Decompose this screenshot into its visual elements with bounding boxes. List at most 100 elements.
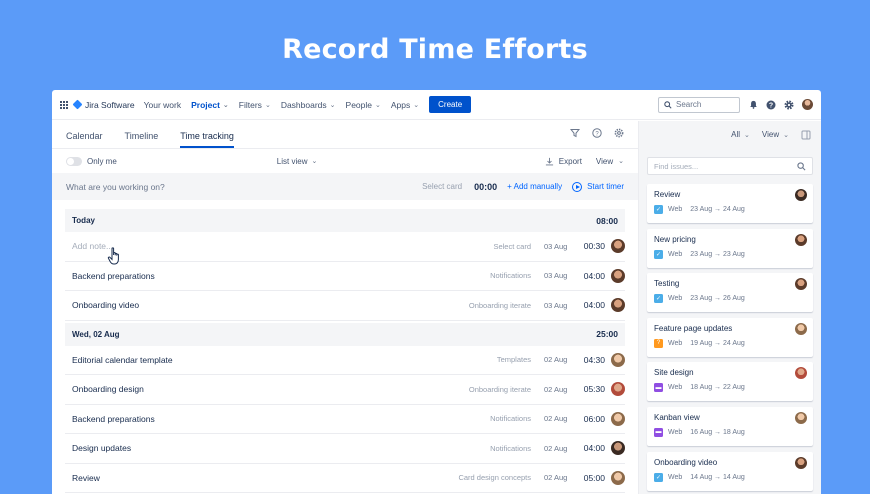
time-entry-row[interactable]: Design updates Notifications 02 Aug 04:00	[65, 434, 625, 464]
user-avatar[interactable]	[611, 441, 625, 456]
assignee-avatar[interactable]	[795, 233, 807, 246]
all-filter-dropdown[interactable]: All ⌄	[731, 130, 750, 139]
only-me-label: Only me	[87, 156, 117, 166]
user-avatar[interactable]	[611, 352, 625, 367]
user-avatar[interactable]	[611, 411, 625, 426]
view-dropdown[interactable]: View ⌄	[596, 157, 624, 166]
entry-card[interactable]: Notifications	[490, 271, 531, 280]
user-avatar[interactable]	[611, 268, 625, 283]
toolbar-right: Export View ⌄	[545, 157, 624, 166]
assignee-avatar[interactable]	[795, 411, 807, 424]
find-issues-placeholder: Find issues...	[654, 161, 699, 171]
issue-card[interactable]: Onboarding video ✓ Web 14 Aug → 14 Aug	[647, 451, 813, 491]
entry-duration: 04:00	[583, 300, 605, 311]
issue-card[interactable]: Testing ✓ Web 23 Aug → 26 Aug	[647, 273, 813, 313]
entry-card[interactable]: Onboarding iterate	[469, 385, 531, 394]
user-avatar[interactable]	[611, 382, 625, 397]
user-avatar[interactable]	[611, 298, 625, 313]
entry-date: 02 Aug	[544, 414, 568, 424]
hero-title: Record Time Efforts	[282, 34, 588, 65]
chevron-down-icon: ⌄	[783, 131, 789, 139]
entry-card[interactable]: Templates	[497, 355, 531, 364]
entry-card[interactable]: Onboarding iterate	[469, 301, 531, 310]
help-icon[interactable]: ?	[766, 100, 776, 110]
nav-item-your-work[interactable]: Your work	[144, 100, 181, 110]
chevron-down-icon: ⌄	[222, 101, 229, 109]
entry-card[interactable]: Card design concepts	[458, 473, 531, 482]
issue-meta: ✓ Web 23 Aug → 23 Aug	[654, 249, 807, 259]
assignee-avatar[interactable]	[795, 278, 807, 291]
chevron-down-icon: ⌄	[744, 131, 750, 139]
issue-card[interactable]: Kanban view ▬ Web 16 Aug → 18 Aug	[647, 406, 813, 446]
jira-logo[interactable]: Jira Software	[72, 99, 135, 110]
filter-icon[interactable]	[570, 128, 580, 138]
entry-description: Backend preparations	[72, 270, 155, 281]
list-view-dropdown[interactable]: List view ⌄	[277, 157, 318, 166]
collapse-panel-icon[interactable]	[801, 130, 811, 140]
entry-date: 03 Aug	[544, 300, 568, 310]
entry-duration: 04:30	[583, 354, 605, 365]
user-avatar[interactable]	[802, 99, 813, 110]
entry-date: 02 Aug	[544, 384, 568, 394]
create-button[interactable]: Create	[429, 96, 472, 113]
select-card-dropdown[interactable]: Select card	[422, 182, 462, 191]
start-timer-button[interactable]: Start timer	[572, 181, 624, 192]
work-description-input[interactable]: What are you working on?	[66, 182, 165, 192]
side-view-dropdown[interactable]: View ⌄	[762, 130, 789, 139]
search-icon	[797, 161, 806, 170]
nav-item-filters[interactable]: Filters ⌄	[239, 100, 271, 110]
day-group-header: Today 08:00	[65, 209, 625, 232]
issue-card[interactable]: Review ✓ Web 23 Aug → 24 Aug	[647, 184, 813, 223]
add-manually-button[interactable]: + Add manually	[507, 182, 562, 191]
entry-card[interactable]: Notifications	[490, 414, 531, 423]
issue-project: Web	[668, 384, 683, 392]
issue-card[interactable]: New pricing ✓ Web 23 Aug → 23 Aug	[647, 228, 813, 268]
settings-icon[interactable]	[614, 128, 624, 138]
app-switcher-icon[interactable]	[60, 100, 68, 109]
assignee-avatar[interactable]	[795, 322, 807, 335]
only-me-toggle[interactable]	[66, 156, 82, 166]
user-avatar[interactable]	[611, 470, 625, 485]
entry-description: Onboarding video	[72, 300, 140, 311]
time-entry-row[interactable]: Review Card design concepts 02 Aug 05:00	[65, 464, 625, 493]
search-input[interactable]: Search	[658, 96, 740, 113]
task-type-icon: ✓	[654, 249, 663, 259]
issue-card[interactable]: Site design ▬ Web 18 Aug → 22 Aug	[647, 362, 813, 402]
issue-title: Review	[654, 190, 681, 199]
tab-calendar[interactable]: Calendar	[66, 131, 103, 148]
entry-card[interactable]: Select card	[493, 242, 531, 251]
time-entry-row[interactable]: Onboarding design Onboarding iterate 02 Au…	[65, 375, 625, 405]
assignee-avatar[interactable]	[795, 189, 807, 201]
issue-meta: ▬ Web 16 Aug → 18 Aug	[654, 427, 807, 437]
nav-item-project[interactable]: Project ⌄	[191, 100, 229, 110]
entry-description: Editorial calendar template	[72, 354, 173, 365]
side-panel-header: All ⌄ View ⌄	[639, 121, 821, 148]
issue-card[interactable]: Feature page updates? Web 19 Aug → 24 Aug	[647, 317, 813, 357]
assignee-avatar[interactable]	[795, 367, 807, 380]
gear-icon[interactable]	[784, 99, 794, 110]
nav-item-people[interactable]: People ⌄	[346, 100, 381, 110]
tab-time-tracking[interactable]: Time tracking	[180, 131, 234, 148]
time-entry-row[interactable]: Onboarding video Onboarding iterate 03 Aug…	[65, 291, 625, 321]
assignee-avatar[interactable]	[795, 456, 807, 469]
issue-project: Web	[668, 206, 683, 213]
time-entry-row[interactable]: Add note... Select card 03 Aug 00:30	[65, 232, 625, 265]
entry-card[interactable]: Notifications	[490, 444, 531, 453]
bell-icon[interactable]	[748, 100, 758, 110]
issue-title: New pricing	[654, 234, 696, 244]
issues-side-panel: All ⌄ View ⌄ Find issues... Review ✓ Web 23…	[638, 121, 821, 494]
time-entry-row[interactable]: Backend preparations Notifications 02 Aug 0…	[65, 405, 625, 434]
nav-item-apps[interactable]: Apps ⌄	[391, 100, 419, 110]
all-label: All	[731, 130, 741, 139]
help-circle-icon[interactable]: ?	[592, 128, 602, 138]
day-total: 25:00	[596, 329, 618, 339]
logo-text: Jira Software	[85, 99, 135, 110]
time-entry-row[interactable]: Backend preparations Notifications 03 Aug 0…	[65, 262, 625, 291]
nav-item-dashboards[interactable]: Dashboards ⌄	[281, 100, 336, 110]
find-issues-input[interactable]: Find issues...	[647, 157, 813, 175]
user-avatar[interactable]	[611, 239, 625, 254]
tab-timeline[interactable]: Timeline	[125, 131, 159, 148]
time-entry-row[interactable]: Editorial calendar template Templates 02 A…	[65, 346, 625, 375]
export-button[interactable]: Export	[545, 157, 582, 166]
entry-description: Onboarding design	[72, 384, 144, 395]
